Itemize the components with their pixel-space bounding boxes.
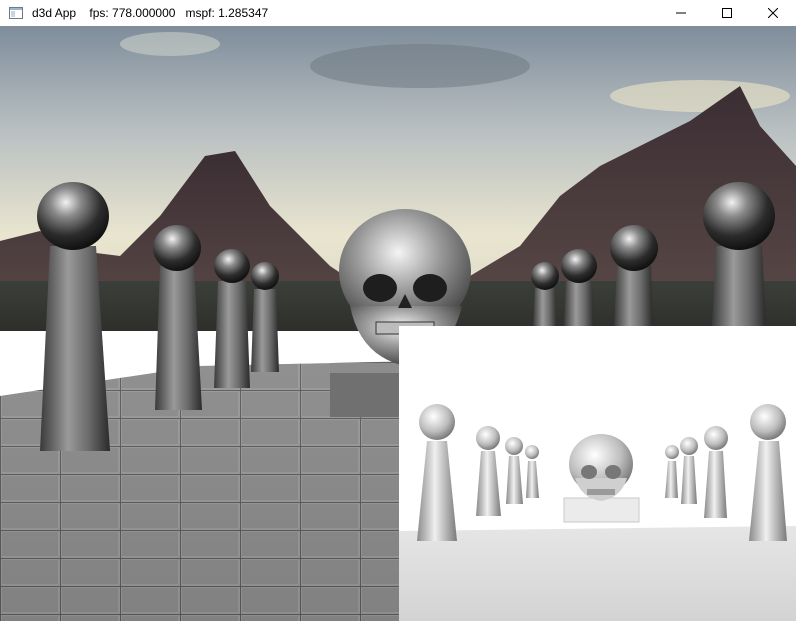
minimize-button[interactable] (658, 0, 704, 26)
pillar-right-1 (531, 262, 559, 326)
app-window: d3d App fps: 778.000000 mspf: 1.285347 (0, 0, 796, 621)
maximize-button[interactable] (704, 0, 750, 26)
render-viewport[interactable] (0, 26, 796, 621)
pillar-right-2 (561, 249, 597, 326)
title-bar[interactable]: d3d App fps: 778.000000 mspf: 1.285347 (0, 0, 796, 26)
pillar-left-3 (214, 249, 250, 388)
pillar-left-4 (251, 262, 279, 372)
skull-pedestal (330, 363, 402, 417)
close-icon (768, 8, 778, 18)
pillar-left-1 (37, 182, 110, 451)
ao-view (399, 326, 796, 621)
window-controls (658, 0, 796, 26)
app-window-icon (8, 5, 24, 21)
close-button[interactable] (750, 0, 796, 26)
ao-floor (399, 526, 796, 621)
window-title: d3d App fps: 778.000000 mspf: 1.285347 (32, 6, 269, 20)
minimize-icon (676, 12, 686, 14)
maximize-icon (722, 8, 732, 18)
ambient-occlusion-inset (399, 326, 796, 621)
pillar-right-3 (610, 225, 658, 326)
pillar-left-2 (153, 225, 202, 410)
